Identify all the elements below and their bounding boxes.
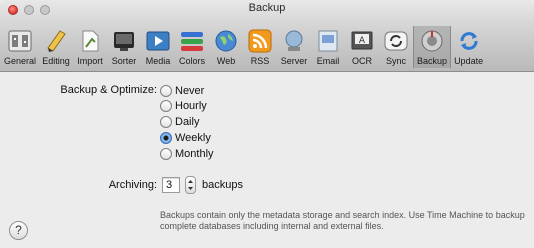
archiving-suffix: backups [202, 179, 243, 191]
radio-daily[interactable]: Daily [160, 114, 199, 130]
toolbar-item-editing[interactable]: Editing [39, 26, 73, 68]
radio-never[interactable]: Never [160, 83, 204, 99]
toolbar-item-sync[interactable]: Sync [379, 26, 413, 68]
toolbar-item-backup[interactable]: Backup [413, 26, 452, 68]
radio-button[interactable] [160, 148, 172, 160]
archiving-stepper[interactable] [185, 176, 196, 194]
toolbar-label: Sorter [111, 56, 137, 66]
radio-weekly[interactable]: Weekly [160, 130, 211, 146]
radio-hourly[interactable]: Hourly [160, 98, 207, 114]
titlebar-toolbar: Backup General Editing Import Sorter Med… [0, 0, 534, 72]
toolbar-item-email[interactable]: Email [311, 26, 345, 68]
update-icon [455, 28, 483, 54]
toolbar-label: Media [145, 56, 171, 66]
media-icon [144, 28, 172, 54]
toolbar-item-colors[interactable]: Colors [175, 26, 209, 68]
toolbar-label: Update [454, 56, 484, 66]
toolbar-item-media[interactable]: Media [141, 26, 175, 68]
help-button[interactable]: ? [9, 221, 28, 240]
globe-icon [212, 28, 240, 54]
toolbar-item-sorter[interactable]: Sorter [107, 26, 141, 68]
backup-optimize-label: Backup & Optimize: [60, 84, 157, 96]
toolbar-item-general[interactable]: General [1, 26, 39, 68]
sync-icon [382, 28, 410, 54]
sorter-icon [110, 28, 138, 54]
radio-button-selected[interactable] [160, 132, 172, 144]
backup-help-text: Backups contain only the metadata storag… [160, 210, 525, 231]
toolbar-item-ocr[interactable]: A OCR [345, 26, 379, 68]
radio-label: Hourly [175, 100, 207, 112]
radio-label: Daily [175, 116, 200, 128]
toolbar-item-import[interactable]: Import [73, 26, 107, 68]
toolbar-label: OCR [352, 56, 373, 66]
toolbar-label: Import [77, 56, 103, 66]
radio-button[interactable] [160, 85, 172, 97]
email-icon [314, 28, 342, 54]
toolbar-label: Email [316, 56, 340, 66]
toolbar-label: Editing [42, 56, 70, 66]
archiving-label: Archiving: [108, 179, 157, 191]
toolbar-label: Backup [417, 56, 448, 66]
ocr-icon: A [348, 28, 376, 54]
radio-monthly[interactable]: Monthly [160, 146, 214, 162]
toolbar-label: RSS [250, 56, 270, 66]
toolbar-item-server[interactable]: Server [277, 26, 311, 68]
radio-label: Monthly [175, 148, 214, 160]
toolbar-label: General [4, 56, 37, 66]
stepper-arrows-icon [188, 180, 193, 190]
svg-text:A: A [359, 36, 366, 46]
preferences-window: Backup General Editing Import Sorter Med… [0, 0, 534, 248]
radio-label: Never [175, 85, 205, 97]
toolbar: General Editing Import Sorter Media Colo… [1, 26, 486, 68]
toolbar-item-web[interactable]: Web [209, 26, 243, 68]
window-title: Backup [248, 2, 286, 14]
server-icon [280, 28, 308, 54]
pencil-icon [42, 28, 70, 54]
colors-icon [178, 28, 206, 54]
toolbar-item-rss[interactable]: RSS [243, 26, 277, 68]
radio-button[interactable] [160, 100, 172, 112]
toolbar-label: Colors [179, 56, 206, 66]
radio-button[interactable] [160, 116, 172, 128]
radio-label: Weekly [175, 132, 211, 144]
toolbar-label: Sync [386, 56, 407, 66]
toolbar-label: Web [216, 56, 236, 66]
backup-icon [418, 28, 446, 54]
toolbar-label: Server [280, 56, 308, 66]
rss-icon [246, 28, 274, 54]
general-icon [6, 28, 34, 54]
import-icon [76, 28, 104, 54]
archiving-count-field[interactable]: 3 [162, 177, 180, 193]
toolbar-item-update[interactable]: Update [451, 26, 486, 68]
